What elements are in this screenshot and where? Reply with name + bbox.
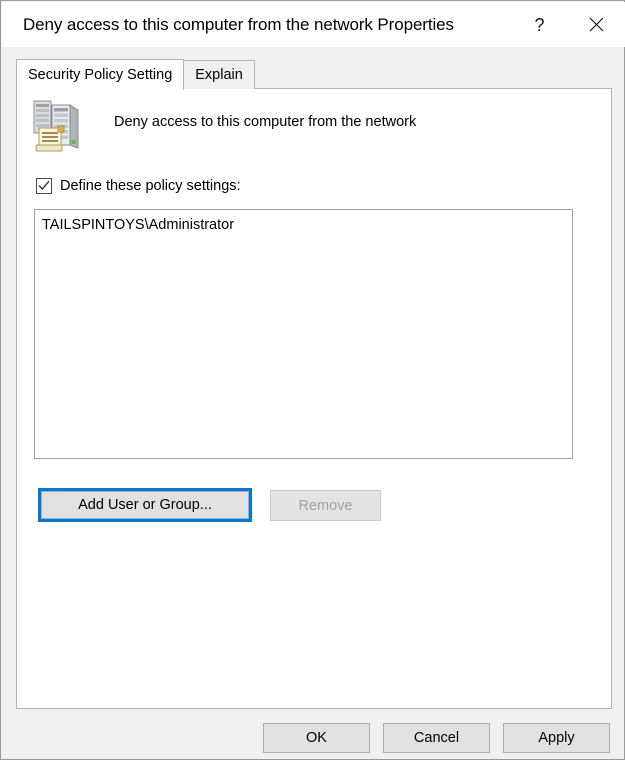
title-bar: Deny access to this computer from the ne… (2, 2, 625, 47)
security-policy-server-icon (33, 100, 79, 152)
tab-explain[interactable]: Explain (183, 60, 255, 89)
tab-label: Explain (195, 67, 243, 83)
ok-button[interactable]: OK (263, 723, 370, 753)
apply-button[interactable]: Apply (503, 723, 610, 753)
add-user-or-group-focus-ring: Add User or Group... (38, 488, 252, 522)
tab-label: Security Policy Setting (28, 67, 173, 83)
properties-dialog: Deny access to this computer from the ne… (0, 0, 625, 760)
define-policy-settings-label: Define these policy settings: (60, 178, 241, 194)
tab-security-policy-setting[interactable]: Security Policy Setting (16, 59, 185, 90)
close-button[interactable] (568, 2, 625, 47)
close-x-icon (589, 17, 604, 32)
tab-strip: Security Policy Setting Explain (16, 59, 255, 90)
dialog-footer: OK Cancel Apply (2, 708, 625, 758)
define-policy-settings-checkbox[interactable]: Define these policy settings: (36, 178, 241, 194)
policy-name: Deny access to this computer from the ne… (114, 114, 417, 130)
policy-header: Deny access to this computer from the ne… (31, 98, 591, 160)
security-policy-setting-panel: Deny access to this computer from the ne… (16, 88, 612, 709)
principals-listbox[interactable]: TAILSPINTOYS\Administrator (34, 209, 573, 459)
add-user-or-group-button[interactable]: Add User or Group... (41, 491, 249, 519)
checkmark-icon (38, 180, 50, 190)
remove-button: Remove (270, 490, 381, 521)
question-mark-icon: ? (534, 14, 545, 35)
window-title: Deny access to this computer from the ne… (23, 14, 454, 34)
help-button[interactable]: ? (511, 2, 568, 47)
cancel-button[interactable]: Cancel (383, 723, 490, 753)
checkbox-box (36, 178, 52, 194)
list-item[interactable]: TAILSPINTOYS\Administrator (35, 210, 572, 233)
title-bar-buttons: ? (511, 2, 625, 47)
